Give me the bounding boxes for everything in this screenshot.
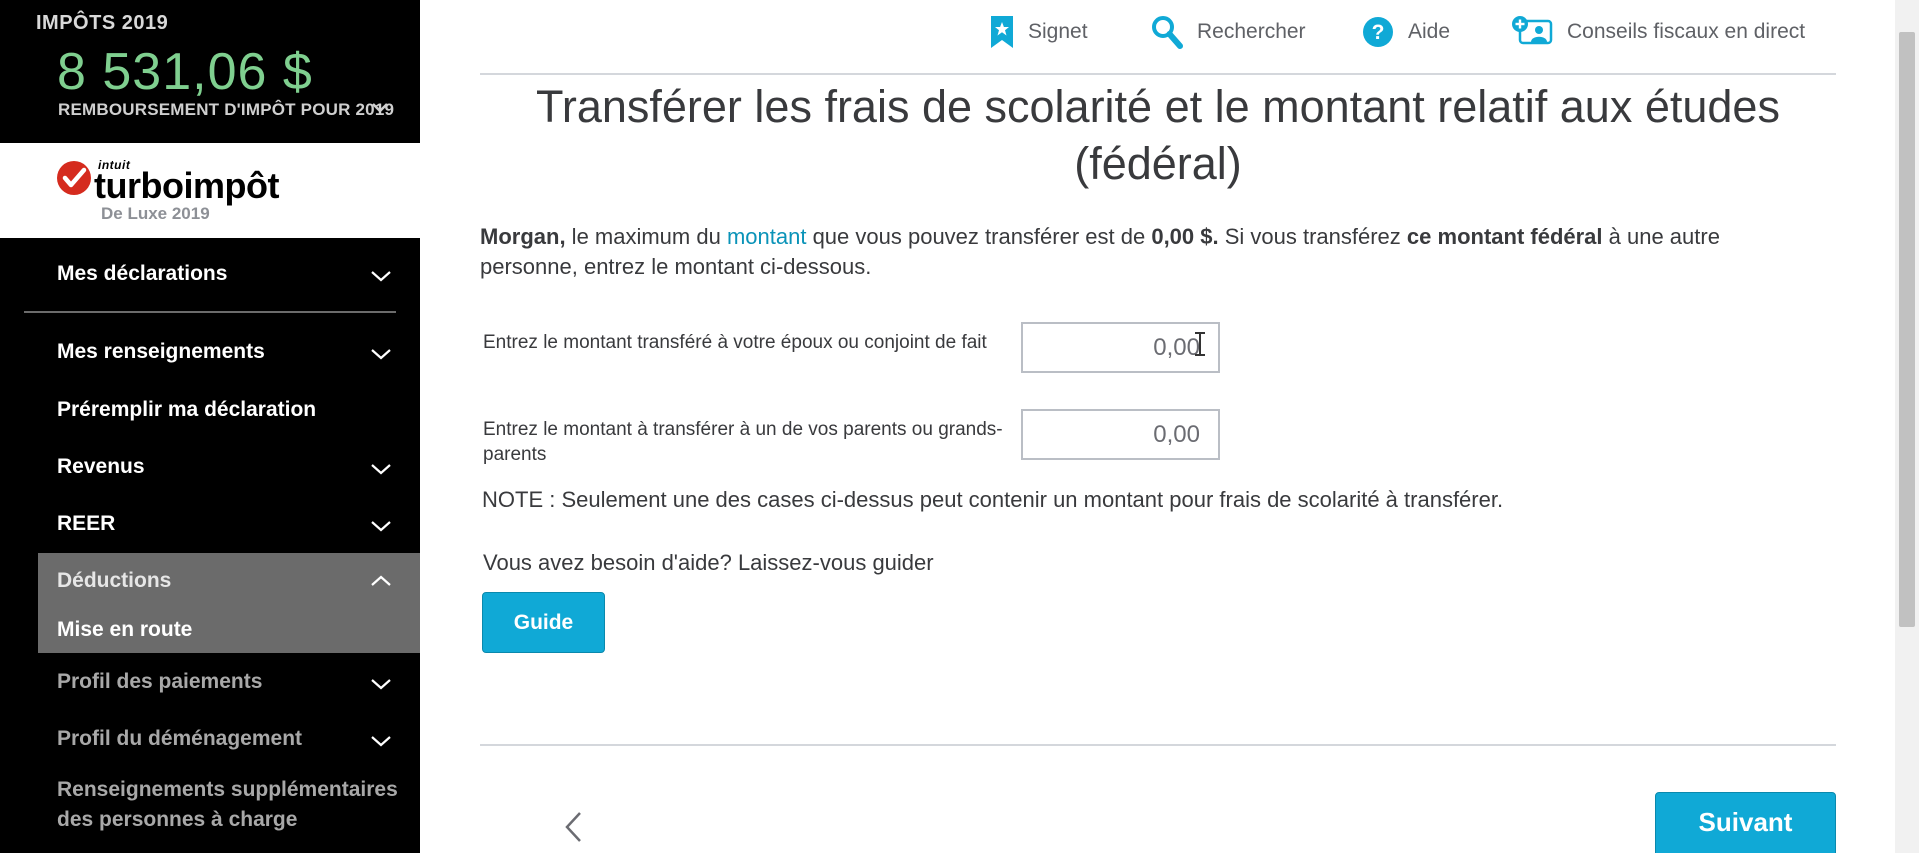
sidebar-subitem-mise-en-route[interactable]: Mise en route — [0, 607, 420, 651]
refund-amount: 8 531,06 $ — [57, 43, 313, 101]
footer-divider — [480, 744, 1836, 746]
spouse-amount-input[interactable] — [1021, 322, 1220, 373]
guide-prompt-text: Vous avez besoin d'aide? Laissez-vous gu… — [483, 550, 934, 575]
chevron-up-icon — [371, 575, 391, 586]
sidebar-divider — [24, 311, 396, 313]
sidebar-item-revenus[interactable]: Revenus — [0, 441, 420, 493]
sidebar-item-preremplir[interactable]: Préremplir ma déclaration — [0, 384, 420, 436]
brand-logo: intuit turboimpôt De Luxe 2019 — [0, 143, 420, 238]
sidebar-item-label: Revenus — [57, 455, 145, 478]
sidebar-item-reer[interactable]: REER — [0, 498, 420, 550]
sidebar-item-label: Profil des paiements — [57, 670, 263, 693]
parents-amount-label: Entrez le montant à transférer à un de v… — [483, 419, 1003, 465]
text-cursor-icon — [1195, 332, 1205, 356]
intro-text: le maximum du — [565, 224, 727, 249]
sidebar-item-label: Profil du déménagement — [57, 727, 303, 750]
page-title-line-2: (fédéral) — [1074, 138, 1242, 189]
help-label: Aide — [1408, 20, 1451, 43]
help-icon: ? — [1363, 17, 1393, 47]
live-advice-label: Conseils fiscaux en direct — [1567, 20, 1806, 43]
product-name: turboimpôt — [94, 165, 279, 206]
max-transferable-amount: 0,00 $. — [1151, 224, 1219, 249]
bookmark-icon — [991, 16, 1013, 48]
sidebar-item-label: Renseignements supplémentaires — [57, 778, 398, 801]
sidebar-item-renseignements-supplementaires[interactable]: Renseignements supplémentaires des perso… — [0, 770, 420, 850]
spouse-amount-label: Entrez le montant transféré à votre épou… — [483, 332, 987, 353]
page-title: Transférer les frais de scolarité et le … — [480, 78, 1836, 192]
chevron-down-icon — [371, 271, 391, 282]
bookmark-button[interactable]: Signet — [990, 12, 1088, 52]
sidebar-item-mes-declarations[interactable]: Mes déclarations — [0, 238, 420, 310]
back-chevron-icon[interactable] — [560, 810, 588, 844]
tax-year-label: IMPÔTS 2019 — [36, 12, 169, 34]
checkmark-logo-icon — [57, 161, 91, 195]
search-button[interactable]: Rechercher — [1151, 12, 1306, 52]
intro-bold-text: ce montant fédéral — [1406, 224, 1603, 249]
sidebar-item-profil-demenagement[interactable]: Profil du déménagement — [0, 713, 420, 765]
sidebar-item-label: Déductions — [57, 569, 172, 592]
sidebar-item-profil-paiements[interactable]: Profil des paiements — [0, 656, 420, 708]
bookmark-label: Signet — [1028, 20, 1088, 43]
chevron-down-icon — [371, 521, 391, 532]
sidebar-item-label: Mes renseignements — [57, 340, 265, 363]
intro-paragraph: Morgan, le maximum du montant que vous p… — [480, 222, 1810, 282]
chevron-down-icon — [371, 679, 391, 690]
live-tax-advice-button[interactable]: Conseils fiscaux en direct — [1511, 12, 1805, 52]
search-icon — [1152, 16, 1183, 49]
chevron-down-icon — [371, 736, 391, 747]
next-button[interactable]: Suivant — [1655, 792, 1836, 853]
scrollbar-thumb[interactable] — [1899, 32, 1915, 627]
sidebar-item-mes-renseignements[interactable]: Mes renseignements — [0, 326, 420, 378]
refund-label: REMBOURSEMENT D'IMPÔT POUR 2019 — [58, 100, 395, 119]
live-advice-icon — [1512, 16, 1553, 45]
parents-amount-input[interactable] — [1021, 409, 1220, 460]
sidebar-item-label: REER — [57, 512, 116, 535]
header-divider — [480, 73, 1836, 75]
intro-text: Si vous transférez — [1218, 224, 1407, 249]
user-name: Morgan, — [480, 224, 566, 249]
product-edition: De Luxe 2019 — [101, 204, 210, 223]
amount-help-link[interactable]: montant — [727, 224, 807, 249]
page-title-line-1: Transférer les frais de scolarité et le … — [536, 81, 1780, 132]
sidebar-item-label: Mise en route — [57, 618, 193, 641]
chevron-down-icon[interactable] — [370, 100, 390, 116]
sidebar-item-label: Mes déclarations — [57, 262, 228, 285]
sidebar-item-deductions[interactable]: Déductions — [0, 555, 420, 605]
svg-text:?: ? — [1372, 21, 1385, 44]
sidebar: IMPÔTS 2019 8 531,06 $ REMBOURSEMENT D'I… — [0, 0, 420, 853]
search-label: Rechercher — [1197, 20, 1306, 43]
guide-button[interactable]: Guide — [482, 592, 605, 653]
chevron-down-icon — [371, 349, 391, 360]
refund-summary[interactable]: IMPÔTS 2019 8 531,06 $ REMBOURSEMENT D'I… — [0, 0, 420, 143]
note-text: NOTE : Seulement une des cases ci-dessus… — [482, 487, 1504, 512]
sidebar-item-label: des personnes à charge — [57, 808, 298, 831]
sidebar-item-label: Préremplir ma déclaration — [57, 398, 317, 421]
help-button[interactable]: ? Aide — [1362, 12, 1450, 52]
chevron-down-icon — [371, 464, 391, 475]
intro-text: que vous pouvez transférer est de — [806, 224, 1152, 249]
